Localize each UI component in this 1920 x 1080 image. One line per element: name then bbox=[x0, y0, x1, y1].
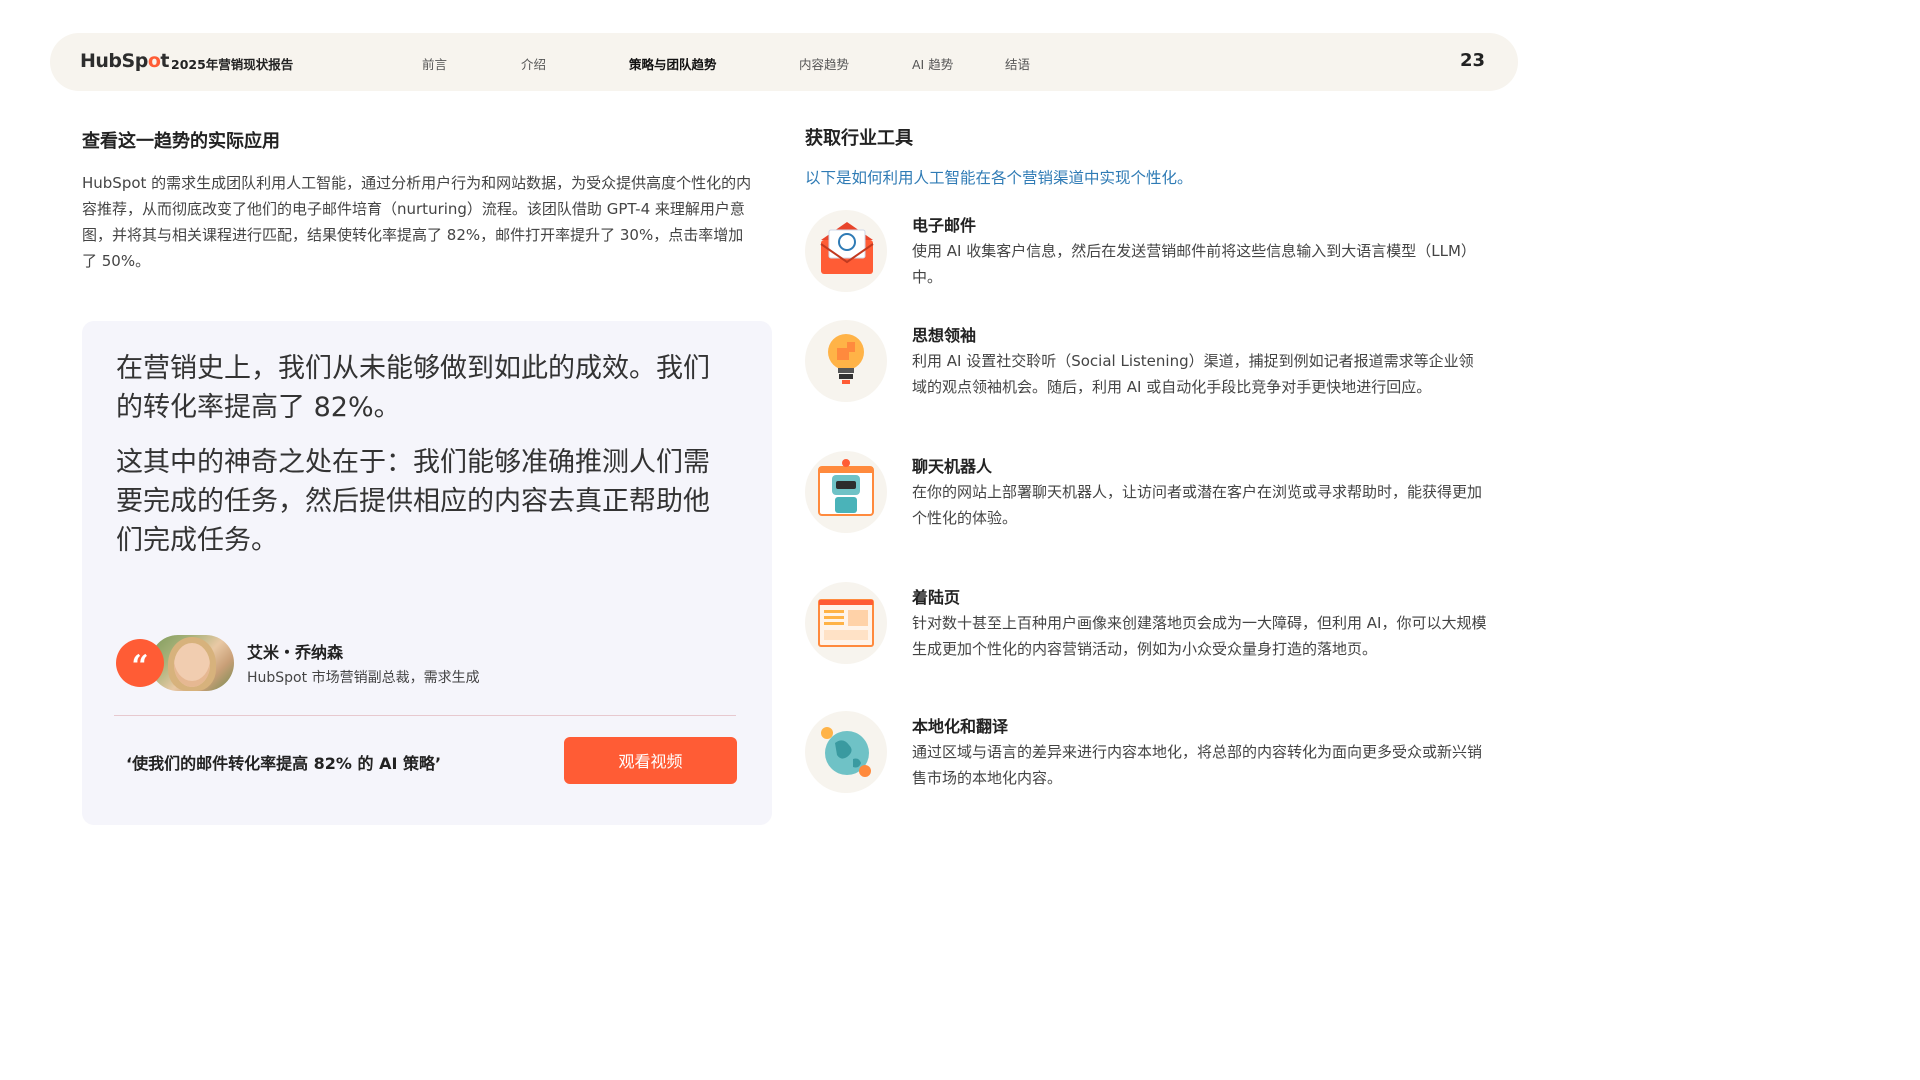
quote-text-1: 在营销史上，我们从未能够做到如此的成效。我们的转化率提高了 82%。 bbox=[116, 353, 710, 423]
page-number: 23 bbox=[1459, 50, 1485, 71]
report-title: 2025年营销现状报告 bbox=[171, 57, 294, 72]
tool-title: 本地化和翻译 bbox=[912, 717, 1009, 736]
tool-description: 使用 AI 收集客户信息，然后在发送营销邮件前将这些信息输入到大语言模型（LLM… bbox=[912, 242, 1476, 286]
top-navigation-bar: HubSpot 2025年营销现状报告 前言 介绍 策略与团队趋势 内容趋势 A… bbox=[50, 33, 1518, 91]
tool-description: 针对数十甚至上百种用户画像来创建落地页会成为一大障碍，但利用 AI，你可以大规模… bbox=[912, 614, 1487, 658]
lightbulb-icon bbox=[805, 320, 887, 402]
chatbot-icon bbox=[805, 451, 887, 533]
nav-item-strategy-team-trends[interactable]: 策略与团队趋势 bbox=[629, 54, 717, 73]
tool-item-localization: 本地化和翻译 通过区域与语言的差异来进行内容本地化，将总部的内容转化为面向更多受… bbox=[805, 711, 1485, 801]
quote-text-2: 这其中的神奇之处在于：我们能够准确推测人们需要完成的任务，然后提供相应的内容去真… bbox=[116, 447, 710, 556]
nav-item-content-trends[interactable]: 内容趋势 bbox=[799, 54, 849, 73]
tools-subheading[interactable]: 以下是如何利用人工智能在各个营销渠道中实现个性化。 bbox=[805, 166, 1193, 188]
tool-description: 在你的网站上部署聊天机器人，让访问者或潜在客户在浏览或寻求帮助时，能获得更加个性… bbox=[912, 483, 1483, 527]
intro-paragraph: HubSpot 的需求生成团队利用人工智能，通过分析用户行为和网站数据，为受众提… bbox=[82, 174, 752, 270]
tool-item-chatbot: 聊天机器人 在你的网站上部署聊天机器人，让访问者或潜在客户在浏览或寻求帮助时，能… bbox=[805, 451, 1485, 551]
tool-title: 电子邮件 bbox=[912, 216, 977, 235]
tool-item-thought-leadership: 思想领袖 利用 AI 设置社交聆听（Social Listening）渠道，捕捉… bbox=[805, 320, 1485, 430]
nav-item-preface[interactable]: 前言 bbox=[422, 54, 447, 73]
watch-video-button[interactable]: 观看视频 bbox=[564, 737, 737, 784]
hubspot-logo[interactable]: HubSpot bbox=[80, 50, 169, 72]
email-icon bbox=[805, 210, 887, 292]
nav-item-conclusion[interactable]: 结语 bbox=[1005, 54, 1030, 73]
testimonial-card: 在营销史上，我们从未能够做到如此的成效。我们的转化率提高了 82%。 这其中的神… bbox=[82, 321, 772, 825]
tool-description: 利用 AI 设置社交聆听（Social Listening）渠道，捕捉到例如记者… bbox=[912, 352, 1474, 396]
landing-page-icon bbox=[805, 582, 887, 664]
quote-mark-icon: “ bbox=[116, 639, 164, 687]
author-name: 艾米・乔纳森 bbox=[247, 643, 344, 662]
nav-item-ai-trends[interactable]: AI 趋势 bbox=[912, 54, 953, 73]
video-caption: ‘使我们的邮件转化率提高 82% 的 AI 策略’ bbox=[126, 754, 442, 773]
section-heading: 查看这一趋势的实际应用 bbox=[82, 131, 280, 152]
author-avatar-group: “ bbox=[116, 635, 236, 691]
author-title: HubSpot 市场营销副总裁，需求生成 bbox=[247, 670, 480, 686]
tool-title: 思想领袖 bbox=[912, 326, 977, 345]
divider bbox=[114, 715, 736, 716]
nav-item-introduction[interactable]: 介绍 bbox=[521, 54, 546, 73]
tool-item-landing-page: 着陆页 针对数十甚至上百种用户画像来创建落地页会成为一大障碍，但利用 AI，你可… bbox=[805, 582, 1487, 692]
tools-heading: 获取行业工具 bbox=[805, 128, 913, 149]
tool-title: 着陆页 bbox=[912, 588, 961, 607]
tool-item-email: 电子邮件 使用 AI 收集客户信息，然后在发送营销邮件前将这些信息输入到大语言模… bbox=[805, 210, 1485, 300]
globe-icon bbox=[805, 711, 887, 793]
tool-title: 聊天机器人 bbox=[912, 457, 993, 476]
tool-description: 通过区域与语言的差异来进行内容本地化，将总部的内容转化为面向更多受众或新兴销售市… bbox=[912, 743, 1483, 787]
